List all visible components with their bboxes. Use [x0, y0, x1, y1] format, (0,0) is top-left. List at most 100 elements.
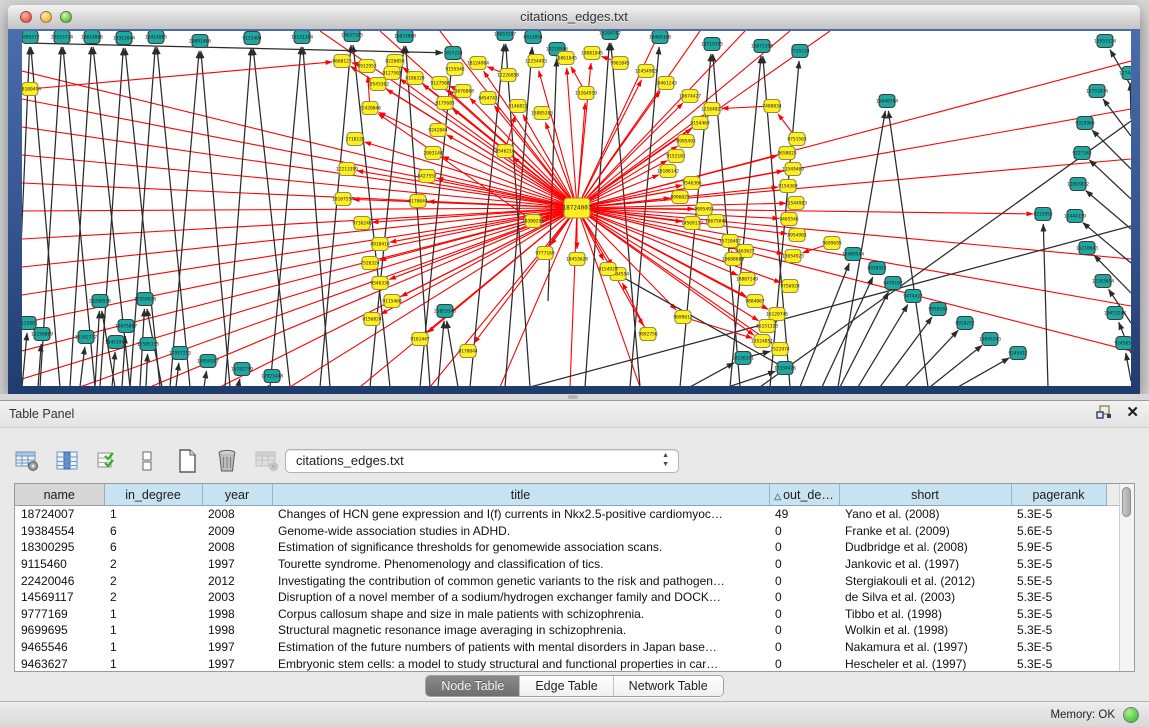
table-cell[interactable]: Jankovic et al. (1997)	[839, 556, 1011, 573]
network-node[interactable]: 17957253	[169, 347, 191, 360]
scrollbar-thumb[interactable]	[1122, 487, 1131, 517]
network-node[interactable]: 10674427	[679, 90, 701, 103]
network-node[interactable]: 9095493	[694, 203, 714, 216]
column-header-in_degree[interactable]: in_degree	[104, 484, 202, 506]
table-cell[interactable]: 6	[104, 523, 202, 540]
table-row[interactable]: 1830029562008Estimation of significance …	[15, 539, 1119, 556]
network-node[interactable]: 7526324	[360, 257, 380, 270]
table-cell[interactable]: 5.3E-5	[1011, 556, 1106, 573]
network-node[interactable]: 8938923	[867, 262, 887, 275]
table-cell[interactable]: Dudbridge et al. (2008)	[839, 539, 1011, 556]
table-cell[interactable]: de Silva et al. (2003)	[839, 589, 1011, 606]
network-node[interactable]: 20891406	[189, 35, 211, 48]
network-node[interactable]: 11156869	[31, 328, 53, 341]
network-node[interactable]: 11549469	[782, 163, 804, 176]
table-cell[interactable]: 1998	[202, 606, 272, 623]
table-cell[interactable]: 6	[104, 539, 202, 556]
table-cell[interactable]: 2008	[202, 539, 272, 556]
table-cell[interactable]: Tibbo et al. (1998)	[839, 606, 1011, 623]
network-node[interactable]: 14569117	[681, 217, 703, 230]
network-node[interactable]: 9127508	[430, 77, 450, 90]
network-node[interactable]: 9892756	[638, 328, 658, 341]
tab-edge-table[interactable]: Edge Table	[520, 676, 613, 696]
network-node[interactable]: 16120746	[766, 308, 788, 321]
network-node[interactable]: 9546214	[495, 145, 515, 158]
column-header-year[interactable]: year	[202, 484, 272, 506]
network-node[interactable]: 12505135	[137, 338, 159, 351]
network-node[interactable]: 8427552	[417, 170, 437, 183]
network-node[interactable]: 13264919	[575, 87, 597, 100]
network-node[interactable]: 12213399	[336, 163, 358, 176]
network-node[interactable]: 18107554	[332, 193, 354, 206]
tab-network-table[interactable]: Network Table	[614, 676, 723, 696]
network-node[interactable]: 16648784	[876, 95, 898, 108]
network-node[interactable]: 14136141	[732, 352, 754, 365]
table-row[interactable]: 1938455462009Genome-wide association stu…	[15, 523, 1119, 540]
table-cell[interactable]: 1	[104, 506, 202, 523]
network-node[interactable]: 10653287	[494, 31, 516, 41]
table-cell[interactable]: Embryonic stem cells: a model to study s…	[272, 655, 769, 672]
table-cell[interactable]: Wolkin et al. (1998)	[839, 622, 1011, 639]
network-node[interactable]: 8751563	[787, 133, 807, 146]
network-node[interactable]: 22420046	[359, 102, 381, 115]
table-cell[interactable]: 0	[769, 622, 839, 639]
table-cell[interactable]: Yano et al. (2008)	[839, 506, 1011, 523]
table-cell[interactable]: 5.5E-5	[1011, 572, 1106, 589]
network-node[interactable]: 18313044	[113, 32, 135, 45]
network-node[interactable]: 9736246	[352, 217, 372, 230]
table-row[interactable]: 969969511998Structural magnetic resonanc…	[15, 622, 1119, 639]
network-node[interactable]: 8996025	[670, 191, 690, 204]
network-node[interactable]: 9245056	[1114, 337, 1131, 350]
table-cell[interactable]: 49	[769, 506, 839, 523]
network-node[interactable]: 16210643	[1076, 242, 1098, 255]
table-row[interactable]: 1456911722003Disruption of a novel membe…	[15, 589, 1119, 606]
network-node[interactable]: 9961045	[610, 57, 630, 70]
new-document-icon[interactable]	[172, 446, 202, 476]
network-node[interactable]: 10461243	[655, 77, 677, 90]
column-header-short[interactable]: short	[839, 484, 1011, 506]
network-node[interactable]: 9170044	[458, 345, 478, 358]
network-node[interactable]: 6479197	[883, 277, 903, 290]
float-panel-icon[interactable]	[1096, 405, 1112, 420]
network-node[interactable]: 9154369	[778, 180, 798, 193]
network-node[interactable]: 9546336	[370, 277, 390, 290]
network-node[interactable]: 10543362	[367, 78, 389, 91]
table-settings-icon[interactable]	[12, 446, 42, 476]
column-header-title[interactable]: title	[272, 484, 769, 506]
table-cell[interactable]: 2	[104, 556, 202, 573]
network-node[interactable]: 12093832	[1067, 178, 1089, 191]
table-cell[interactable]: 14569117	[15, 589, 104, 606]
network-node[interactable]: 19414085	[145, 31, 167, 44]
table-cell[interactable]: 9115460	[15, 556, 104, 573]
split-divider-handle[interactable]	[568, 395, 578, 399]
table-cell[interactable]: 0	[769, 589, 839, 606]
network-node[interactable]: 9546306	[682, 177, 702, 190]
table-cell[interactable]: Genome-wide association studies in ADHD.	[272, 523, 769, 540]
table-cell[interactable]: Stergiakouli et al. (2012)	[839, 572, 1011, 589]
network-node[interactable]: 17334426	[774, 362, 796, 375]
network-node[interactable]: 21053346	[434, 305, 456, 318]
network-node[interactable]: 12444139	[1064, 210, 1086, 223]
network-node[interactable]: 20206536	[89, 295, 111, 308]
network-node[interactable]: 10453243	[1104, 307, 1126, 320]
network-node[interactable]: 9658025	[777, 147, 797, 160]
table-cell[interactable]: 5.3E-5	[1011, 622, 1106, 639]
network-node[interactable]: 9884067	[745, 295, 765, 308]
network-node[interactable]: 23676068	[452, 85, 474, 98]
network-node[interactable]: 12103654	[1092, 275, 1114, 288]
table-cell[interactable]: Structural magnetic resonance image aver…	[272, 622, 769, 639]
table-cell[interactable]: Investigating the contribution of common…	[272, 572, 769, 589]
table-cell[interactable]: 1997	[202, 639, 272, 656]
network-node[interactable]: 8912953	[357, 60, 377, 73]
table-cell[interactable]: Hescheler et al. (1997)	[839, 655, 1011, 672]
network-node[interactable]: 2803144	[423, 147, 443, 160]
table-row[interactable]: 2242004622012Investigating the contribut…	[15, 572, 1119, 589]
network-node[interactable]: 9242844	[428, 124, 448, 137]
network-node[interactable]: 9227343	[1072, 147, 1092, 160]
table-cell[interactable]: 9699695	[15, 622, 104, 639]
network-node[interactable]: 9699612	[673, 311, 693, 324]
network-node[interactable]: 8954903	[787, 229, 807, 242]
tab-node-table[interactable]: Node Table	[426, 676, 520, 696]
table-cell[interactable]: 5.3E-5	[1011, 606, 1106, 623]
table-cell[interactable]: 5.3E-5	[1011, 589, 1106, 606]
